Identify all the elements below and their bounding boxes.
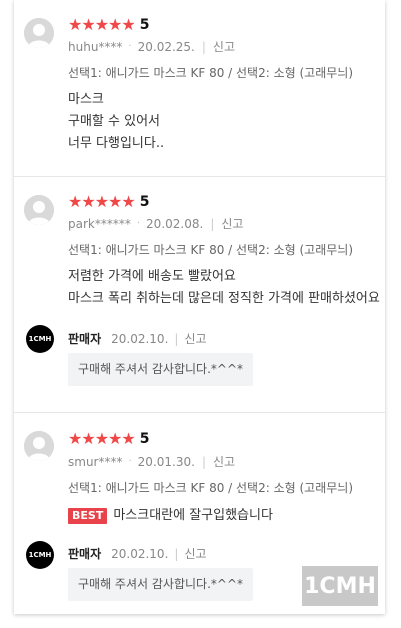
reply-date: 20.02.10. xyxy=(111,546,169,561)
review-line: 마스크대란에 잘구입했습니다 xyxy=(113,508,273,523)
review-item: ★★★★★ 5 park****** · 20.02.08. | 신고 선택1:… xyxy=(14,177,385,412)
avatar xyxy=(24,195,54,225)
seller-name: 판매자 xyxy=(68,332,102,346)
username: smur**** xyxy=(68,454,123,469)
review-meta: smur**** · 20.01.30. | 신고 xyxy=(68,453,235,470)
seller-reply-meta: 판매자 20.02.10. | 신고 xyxy=(68,545,207,562)
review-date: 20.02.08. xyxy=(146,216,204,231)
review-line: 저렴한 가격에 배송도 빨랐어요 xyxy=(68,269,236,284)
product-option: 선택1: 애니가드 마스크 KF 80 / 선택2: 소형 (고래무늬) xyxy=(68,66,353,80)
user-icon xyxy=(24,18,54,48)
reply-date: 20.02.10. xyxy=(111,331,169,346)
username: huhu**** xyxy=(68,39,123,54)
rating-value: 5 xyxy=(139,17,150,33)
user-icon xyxy=(24,431,54,461)
seller-reply: 구매해 주셔서 감사합니다.*^^* xyxy=(68,353,253,386)
dot-separator: · xyxy=(136,218,141,229)
review-line: 구매할 수 있어서 xyxy=(68,114,160,129)
review-list: ★★★★★ 5 huhu**** · 20.02.25. | 신고 선택1: 애… xyxy=(14,0,385,614)
review-meta: huhu**** · 20.02.25. | 신고 xyxy=(68,38,235,55)
review-text: 저렴한 가격에 배송도 빨랐어요 마스크 폭리 취하는데 많은데 정직한 가격에… xyxy=(68,266,380,310)
review-text: 마스크 구매할 수 있어서 너무 다행입니다.. xyxy=(68,89,164,155)
report-link[interactable]: 신고 xyxy=(184,545,206,562)
dot-separator: · xyxy=(128,456,132,467)
report-link[interactable]: 신고 xyxy=(221,215,243,232)
divider: | xyxy=(210,216,215,231)
review-date: 20.01.30. xyxy=(137,454,195,469)
review-date: 20.02.25. xyxy=(137,39,195,54)
avatar xyxy=(24,431,54,461)
stars-icon: ★★★★★ xyxy=(68,192,136,211)
review-line: 마스크 폭리 취하는데 많은데 정직한 가격에 판매하셨어요 xyxy=(68,291,380,306)
watermark: 1CMH xyxy=(302,566,378,606)
star-rating: ★★★★★ 5 xyxy=(68,430,149,448)
seller-name: 판매자 xyxy=(68,547,102,561)
review-meta: park****** · 20.02.08. | 신고 xyxy=(68,215,243,232)
report-link[interactable]: 신고 xyxy=(184,330,206,347)
avatar xyxy=(24,18,54,48)
star-rating: ★★★★★ 5 xyxy=(68,193,149,211)
seller-reply-meta: 판매자 20.02.10. | 신고 xyxy=(68,330,207,347)
star-rating: ★★★★★ 5 xyxy=(68,16,149,34)
review-text: BEST 마스크대란에 잘구입했습니다 xyxy=(68,505,273,527)
user-icon xyxy=(24,195,54,225)
report-link[interactable]: 신고 xyxy=(213,453,235,470)
divider: | xyxy=(201,39,206,54)
product-option: 선택1: 애니가드 마스크 KF 80 / 선택2: 소형 (고래무늬) xyxy=(68,481,353,495)
report-link[interactable]: 신고 xyxy=(213,38,235,55)
review-line: 마스크 xyxy=(68,92,104,107)
username: park****** xyxy=(68,216,131,231)
dot-separator: · xyxy=(128,41,132,52)
seller-logo: 1CMH xyxy=(26,541,54,569)
rating-value: 5 xyxy=(139,431,150,447)
review-line: 너무 다행입니다.. xyxy=(68,136,165,151)
rating-value: 5 xyxy=(139,194,150,210)
seller-logo: 1CMH xyxy=(26,325,54,353)
stars-icon: ★★★★★ xyxy=(68,429,136,448)
divider: | xyxy=(201,454,206,469)
review-item: ★★★★★ 5 huhu**** · 20.02.25. | 신고 선택1: 애… xyxy=(14,0,385,176)
divider: | xyxy=(174,331,179,346)
product-option: 선택1: 애니가드 마스크 KF 80 / 선택2: 소형 (고래무늬) xyxy=(68,243,353,257)
best-badge: BEST xyxy=(68,508,108,524)
stars-icon: ★★★★★ xyxy=(68,15,136,34)
divider: | xyxy=(174,546,179,561)
seller-reply: 구매해 주셔서 감사합니다.*^^* xyxy=(68,568,253,601)
